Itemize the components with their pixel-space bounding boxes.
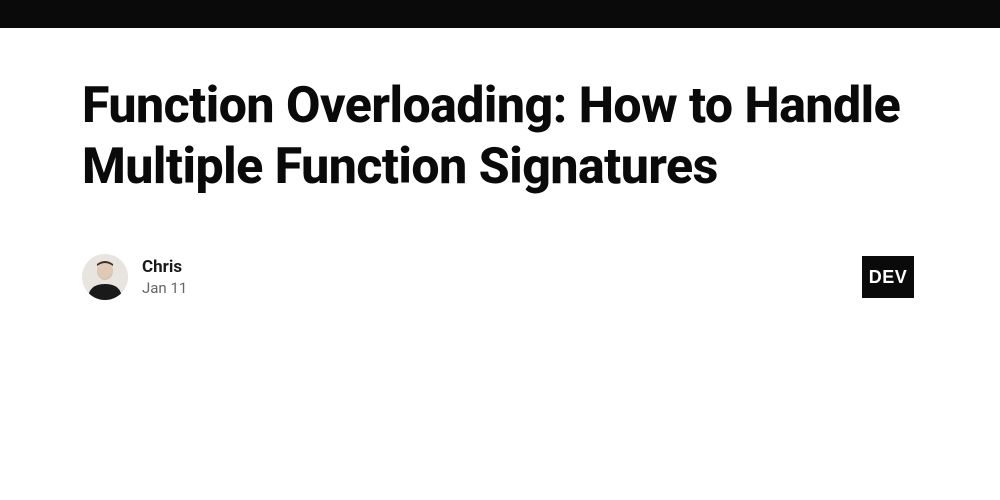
- author-meta: Chris Jan 11: [142, 257, 187, 297]
- author-name[interactable]: Chris: [142, 257, 187, 277]
- avatar-image: [82, 254, 128, 300]
- article-card: Function Overloading: How to Handle Mult…: [0, 28, 1000, 300]
- article-title: Function Overloading: How to Handle Mult…: [82, 76, 918, 198]
- dev-logo-badge[interactable]: DEV: [862, 256, 914, 298]
- top-nav-bar: [0, 0, 1000, 28]
- author-avatar[interactable]: [82, 254, 128, 300]
- post-date: Jan 11: [142, 279, 187, 297]
- author-block[interactable]: Chris Jan 11: [82, 254, 187, 300]
- article-footer: Chris Jan 11 DEV: [82, 254, 918, 300]
